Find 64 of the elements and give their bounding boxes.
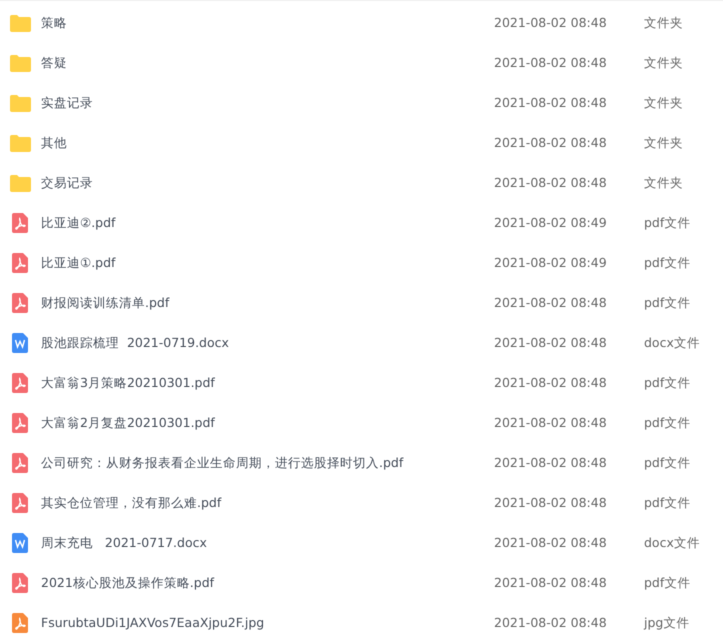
file-name[interactable]: 交易记录 (41, 174, 93, 190)
file-name[interactable]: 公司研究：从财务报表看企业生命周期，进行选股择时切入.pdf (41, 454, 404, 470)
modified-time: 2021-08-02 08:48 (494, 94, 607, 110)
pdf-file-icon (12, 213, 28, 233)
modified-time: 2021-08-02 08:48 (494, 454, 607, 470)
pdf-file-icon (12, 253, 28, 273)
modified-time: 2021-08-02 08:48 (494, 54, 607, 70)
file-name[interactable]: 其他 (41, 134, 67, 150)
word-file-icon (12, 533, 28, 553)
image-file-icon (12, 613, 28, 633)
pdf-file-icon (12, 293, 28, 313)
file-type: pdf文件 (644, 494, 690, 510)
modified-time: 2021-08-02 08:48 (494, 574, 607, 590)
word-file-icon (12, 333, 28, 353)
file-name[interactable]: 股池跟踪梳理 2021-0719.docx (41, 334, 229, 350)
file-name[interactable]: 比亚迪②.pdf (41, 214, 116, 230)
folder-icon (10, 134, 30, 152)
file-name[interactable]: 实盘记录 (41, 94, 93, 110)
modified-time: 2021-08-02 08:49 (494, 254, 607, 270)
file-name[interactable]: 财报阅读训练清单.pdf (41, 294, 170, 310)
folder-icon (10, 94, 30, 112)
file-type: jpg文件 (644, 614, 690, 630)
file-name[interactable]: 大富翁2月复盘20210301.pdf (41, 414, 215, 430)
pdf-file-icon (12, 413, 28, 433)
modified-time: 2021-08-02 08:48 (494, 334, 607, 350)
pdf-file-icon (12, 573, 28, 593)
file-type: 文件夹 (644, 134, 683, 150)
modified-time: 2021-08-02 08:48 (494, 134, 607, 150)
folder-icon (10, 54, 30, 72)
modified-time: 2021-08-02 08:48 (494, 374, 607, 390)
folder-icon (10, 174, 30, 192)
modified-time: 2021-08-02 08:48 (494, 414, 607, 430)
file-type: pdf文件 (644, 414, 690, 430)
modified-time: 2021-08-02 08:48 (494, 614, 607, 630)
file-type: pdf文件 (644, 374, 690, 390)
file-type: pdf文件 (644, 254, 690, 270)
file-type: 文件夹 (644, 54, 683, 70)
modified-time: 2021-08-02 08:48 (494, 174, 607, 190)
modified-time: 2021-08-02 08:48 (494, 534, 607, 550)
file-name[interactable]: FsurubtaUDi1JAXVos7EaaXjpu2F.jpg (41, 614, 264, 630)
file-name[interactable]: 大富翁3月策略20210301.pdf (41, 374, 215, 390)
file-type: docx文件 (644, 334, 700, 350)
pdf-file-icon (12, 453, 28, 473)
file-type: docx文件 (644, 534, 700, 550)
file-type: pdf文件 (644, 574, 690, 590)
modified-time: 2021-08-02 08:48 (494, 14, 607, 30)
modified-time: 2021-08-02 08:48 (494, 294, 607, 310)
file-name[interactable]: 其实仓位管理，没有那么难.pdf (41, 494, 222, 510)
file-type: 文件夹 (644, 174, 683, 190)
folder-icon (10, 14, 30, 32)
modified-time: 2021-08-02 08:49 (494, 214, 607, 230)
pdf-file-icon (12, 493, 28, 513)
file-name[interactable]: 2021核心股池及操作策略.pdf (41, 574, 214, 590)
file-type: pdf文件 (644, 454, 690, 470)
file-name[interactable]: 策略 (41, 14, 67, 30)
file-type: pdf文件 (644, 294, 690, 310)
file-name[interactable]: 周末充电 2021-0717.docx (41, 534, 207, 550)
file-type: 文件夹 (644, 14, 683, 30)
file-type: 文件夹 (644, 94, 683, 110)
pdf-file-icon (12, 373, 28, 393)
file-type: pdf文件 (644, 214, 690, 230)
file-name[interactable]: 比亚迪①.pdf (41, 254, 116, 270)
modified-time: 2021-08-02 08:48 (494, 494, 607, 510)
file-name[interactable]: 答疑 (41, 54, 67, 70)
